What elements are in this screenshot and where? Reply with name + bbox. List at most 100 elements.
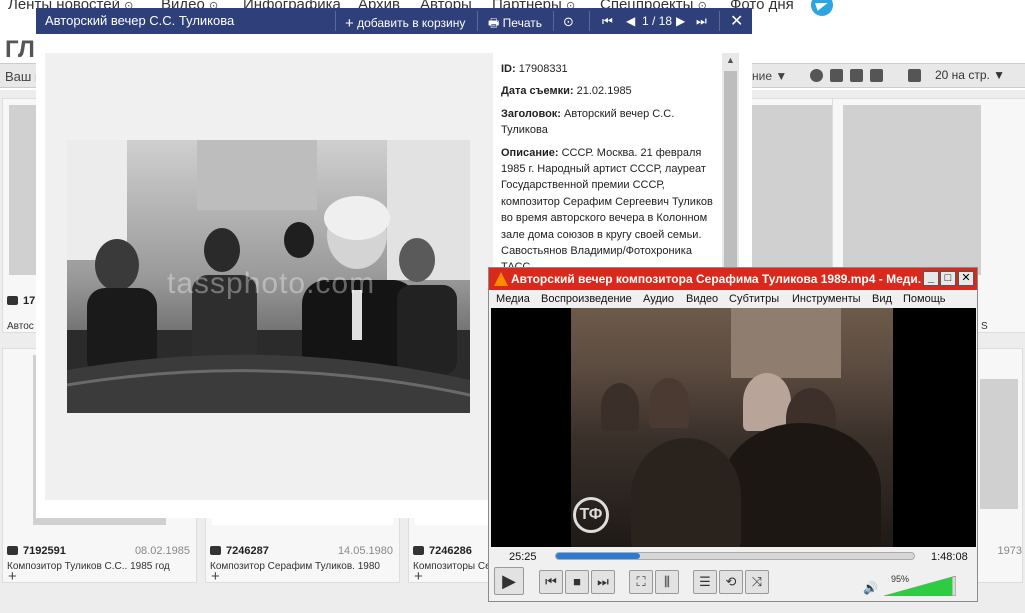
photo-id: 7246286 <box>429 545 472 557</box>
photo-id: 17 <box>23 295 36 307</box>
shuffle-icon: ⤨ <box>751 574 763 589</box>
video-scene <box>649 378 689 428</box>
speaker-icon[interactable]: 🔊 <box>863 581 878 595</box>
photo-date: 1973 <box>997 545 1022 557</box>
add-to-cart-icon[interactable]: + <box>211 569 220 584</box>
menu-audio[interactable]: Аудио <box>643 293 674 305</box>
seek-bar[interactable] <box>555 552 915 560</box>
page-title: ГЛ <box>5 36 35 63</box>
grid-view-icon[interactable] <box>830 69 843 82</box>
lightbox-title: Авторский вечер С.С. Туликова <box>45 13 235 28</box>
sort-select[interactable]: ние ▼ <box>752 69 787 83</box>
list-view-icon[interactable] <box>870 69 883 82</box>
video-surface[interactable]: ТФ <box>491 308 976 547</box>
menu-video[interactable]: Видео <box>686 293 718 305</box>
next-page-button[interactable]: ▶ <box>676 8 685 34</box>
meta-date: Дата съемки: 21.02.1985 <box>501 85 632 98</box>
media-player-window: Авторский вечер композитора Серафима Тул… <box>488 267 978 602</box>
first-page-button[interactable]: ⏮ <box>602 8 613 34</box>
camera-icon <box>7 546 18 555</box>
add-to-cart-button[interactable]: + добавить в корзину <box>345 8 465 34</box>
menu-media[interactable]: Медиа <box>496 293 530 305</box>
video-frame: ТФ <box>571 308 893 547</box>
equalizer-icon: ⫼ <box>664 574 670 589</box>
video-scene <box>731 308 841 378</box>
photo-caption: Композитор Туликов С.С.. 1985 год <box>7 561 170 572</box>
close-button[interactable]: ✕ <box>730 8 743 34</box>
divider <box>335 11 336 31</box>
metadata-scrollbar[interactable]: ▲ <box>722 53 739 300</box>
photo-caption: S <box>981 321 988 332</box>
chevron-right-icon: ▶ <box>676 14 686 28</box>
video-scene <box>721 423 881 547</box>
thumbnail[interactable] <box>980 379 1018 509</box>
scrollbar-thumb[interactable] <box>724 71 737 281</box>
play-icon: ▶ <box>502 571 516 591</box>
photo-date: 14.05.1980 <box>337 545 393 557</box>
previous-button[interactable]: ⏮ <box>539 570 563 594</box>
next-button[interactable]: ⏭ <box>591 570 615 594</box>
watermark: tassphoto.com <box>167 267 376 300</box>
menu-help[interactable]: Помощь <box>903 293 946 305</box>
photo-viewer: tassphoto.com <box>45 53 493 500</box>
play-icon[interactable] <box>810 69 823 82</box>
last-page-button[interactable]: ⏭ <box>696 8 707 34</box>
menu-tools[interactable]: Инструменты <box>792 293 861 305</box>
close-window-button[interactable]: ✕ <box>958 271 974 286</box>
photo-caption: Композитор Серафим Туликов. 1980 <box>210 561 380 572</box>
playlist-icon: ☰ <box>699 574 711 589</box>
slideshow-button[interactable]: ⊙ <box>563 8 574 34</box>
menu-subtitles[interactable]: Субтитры <box>729 293 779 305</box>
player-menubar: Медиа Воспроизведение Аудио Видео Субтит… <box>489 290 977 308</box>
thumbnail[interactable] <box>843 105 981 275</box>
meta-heading: Заголовок: Авторский вечер С.С. Туликова <box>501 107 675 137</box>
prev-page-button[interactable]: ◀ <box>626 8 635 34</box>
telegram-icon[interactable] <box>811 0 833 16</box>
plus-icon: + <box>345 15 354 32</box>
printer-icon: 🖶 <box>488 16 500 30</box>
video-scene <box>631 438 741 547</box>
per-page-select[interactable]: 20 на стр. ▼ <box>935 68 1005 82</box>
divider <box>553 11 554 31</box>
camera-icon <box>413 546 424 555</box>
play-button[interactable]: ▶ <box>494 567 524 595</box>
divider <box>719 11 720 31</box>
divider <box>477 11 478 31</box>
menu-view[interactable]: Вид <box>872 293 892 305</box>
print-button[interactable]: 🖶 Печать <box>488 8 542 34</box>
tv-channel-logo: ТФ <box>573 497 609 533</box>
meta-description: Описание: СССР. Москва. 21 февраля 1985 … <box>501 146 713 274</box>
playlist-button[interactable]: ☰ <box>693 570 717 594</box>
tile-view-icon[interactable] <box>850 69 863 82</box>
photo-metadata: ID: 17908331 Дата съемки: 21.02.1985 Заг… <box>501 61 716 282</box>
stop-button[interactable]: ■ <box>565 570 589 594</box>
photo-card[interactable]: 1973 <box>975 348 1023 583</box>
maximize-button[interactable]: □ <box>940 271 956 286</box>
main-photo[interactable]: tassphoto.com <box>67 140 470 413</box>
video-scene <box>601 383 639 431</box>
shuffle-button[interactable]: ⤨ <box>745 570 769 594</box>
loop-button[interactable]: ⟲ <box>719 570 743 594</box>
player-titlebar[interactable]: Авторский вечер композитора Серафима Тул… <box>489 268 977 290</box>
photo-id: 7246287 <box>226 545 269 557</box>
pager-label: 1 / 18 <box>642 14 673 28</box>
photo-date: 08.02.1985 <box>134 545 190 557</box>
player-title: Авторский вечер композитора Серафима Тул… <box>511 272 921 286</box>
extended-settings-button[interactable]: ⫼ <box>655 570 679 594</box>
chevron-left-icon: ◀ <box>626 14 636 28</box>
vlc-cone-icon <box>494 272 508 286</box>
photo-id: 7192591 <box>23 545 66 557</box>
minimize-button[interactable]: _ <box>923 271 939 286</box>
scroll-up-icon[interactable]: ▲ <box>726 55 735 65</box>
fullscreen-icon: ⛶ <box>636 574 646 589</box>
add-to-cart-icon[interactable]: + <box>414 569 423 584</box>
skip-back-icon: ⏮ <box>545 574 557 589</box>
camera-icon <box>210 546 221 555</box>
seek-progress <box>556 553 641 559</box>
menu-playback[interactable]: Воспроизведение <box>541 293 632 305</box>
add-to-cart-icon[interactable]: + <box>8 569 17 584</box>
print-icon[interactable] <box>908 69 921 82</box>
fullscreen-button[interactable]: ⛶ <box>629 570 653 594</box>
time-total: 1:48:08 <box>931 551 968 563</box>
volume-slider[interactable] <box>884 576 956 596</box>
